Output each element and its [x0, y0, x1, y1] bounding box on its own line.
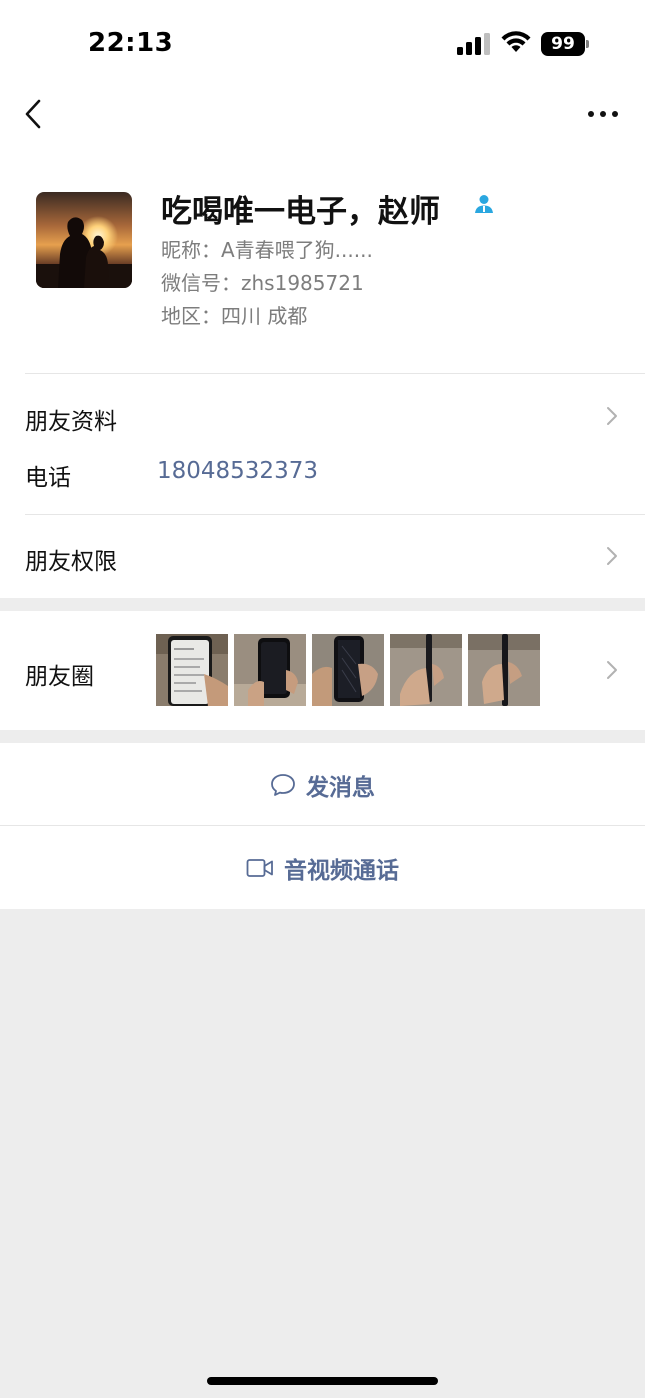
status-bar: 22:13 99	[0, 0, 645, 84]
contact-person-icon	[475, 195, 493, 213]
moments-row[interactable]: 朋友圈	[0, 611, 645, 730]
friend-permissions-row[interactable]: 朋友权限	[0, 515, 645, 598]
nickname-text: 昵称：A青春喂了狗......	[161, 238, 373, 262]
avatar[interactable]	[36, 192, 132, 288]
status-time: 22:13	[88, 28, 174, 58]
display-name: 吃喝唯一电子，赵师	[161, 194, 440, 230]
moments-thumbnail	[312, 634, 384, 706]
phone-label: 电话	[25, 465, 71, 491]
chevron-left-icon[interactable]	[22, 98, 46, 130]
action-buttons: 发消息 音视频通话	[0, 743, 645, 909]
video-camera-icon	[246, 858, 273, 877]
ellipsis-icon[interactable]	[586, 104, 620, 124]
chevron-right-icon	[607, 661, 617, 679]
navigation-bar	[0, 84, 645, 154]
profile-header: 吃喝唯一电子，赵师 昵称：A青春喂了狗...... 微信号：zhs1985721…	[0, 154, 645, 374]
moments-thumbnail	[156, 634, 228, 706]
phone-row: 电话 18048532373	[0, 458, 645, 514]
contact-details-list: 朋友资料 电话 18048532373 朋友权限	[0, 374, 645, 598]
wifi-icon	[501, 31, 531, 52]
battery-indicator: 99	[541, 32, 589, 56]
send-message-button[interactable]: 发消息	[0, 743, 645, 826]
region-text: 地区：四川 成都	[161, 304, 308, 328]
phone-number-link[interactable]: 18048532373	[157, 458, 318, 484]
chevron-right-icon	[607, 547, 617, 565]
video-call-button[interactable]: 音视频通话	[0, 826, 645, 909]
cellular-signal-icon	[457, 33, 490, 55]
moments-label: 朋友圈	[25, 664, 94, 690]
chat-bubble-icon	[271, 773, 295, 796]
friend-permissions-label: 朋友权限	[25, 549, 117, 575]
home-indicator	[207, 1377, 438, 1385]
battery-tip	[586, 40, 589, 48]
video-call-label: 音视频通话	[284, 857, 399, 884]
chevron-right-icon	[607, 407, 617, 425]
moments-thumbnail	[390, 634, 462, 706]
battery-level: 99	[541, 32, 585, 56]
friend-info-label: 朋友资料	[25, 409, 117, 435]
send-message-label: 发消息	[306, 774, 375, 801]
friend-info-row[interactable]: 朋友资料	[0, 374, 645, 458]
wechat-id-text[interactable]: 微信号：zhs1985721	[161, 267, 364, 296]
moments-thumbnail	[234, 634, 306, 706]
moments-thumbnail	[468, 634, 540, 706]
